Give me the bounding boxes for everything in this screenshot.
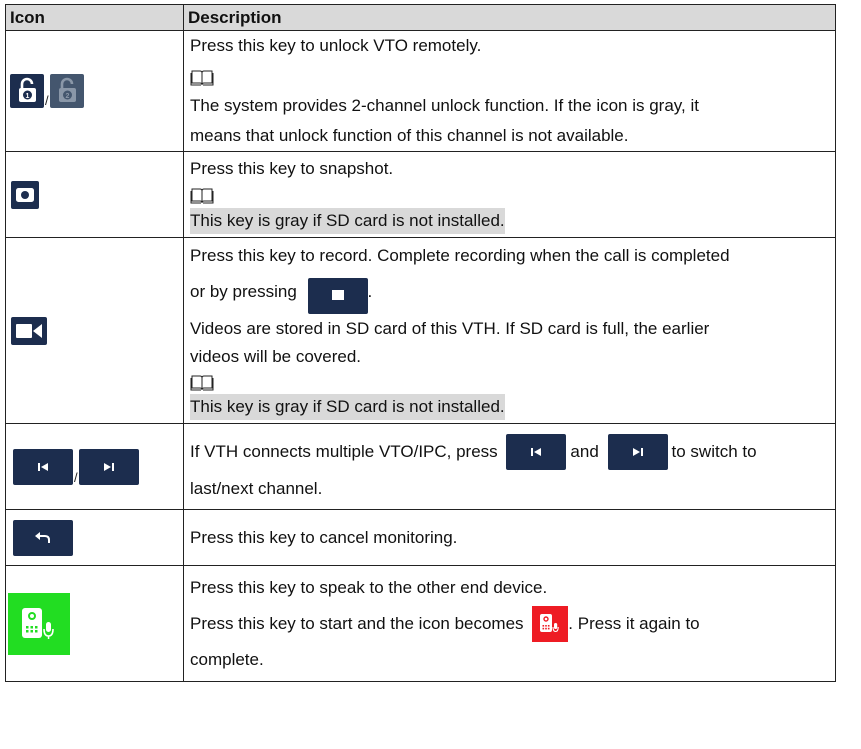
unlock-1-icon: 1 (10, 74, 44, 108)
description-text: or by pressing (190, 281, 297, 301)
note-text: This key is gray if SD card is not insta… (190, 207, 505, 234)
table-row: Press this key to record. Complete recor… (5, 237, 836, 424)
icon-separator: / (74, 469, 78, 485)
description-text: means that unlock function of this chann… (190, 126, 629, 145)
header-icon: Icon (5, 4, 184, 31)
svg-text:1: 1 (26, 93, 30, 100)
stop-icon (307, 277, 368, 314)
description-cell: Press this key to snapshot. This key is … (183, 151, 836, 238)
table-row: / If VTH connects multiple VTO/IPC, pres… (5, 423, 836, 510)
description-text: videos will be covered. (190, 346, 362, 366)
table-header-row: Icon Description (5, 4, 836, 31)
description-cell: If VTH connects multiple VTO/IPC, press … (183, 423, 836, 510)
table-row: 1 / 2 Press this key to unlock VTO remot… (5, 30, 836, 152)
description-text: Press this key to snapshot. (190, 158, 394, 178)
icon-description-table: Icon Description 1 / 2 Press this key to… (5, 4, 836, 682)
back-arrow-icon (13, 519, 73, 556)
header-description: Description (183, 4, 836, 31)
icon-cell: / (5, 423, 184, 510)
description-cell: Press this key to cancel monitoring. (183, 509, 836, 566)
description-text: Press this key to cancel monitoring. (190, 527, 458, 547)
svg-text:2: 2 (65, 93, 69, 100)
table-row: Press this key to speak to the other end… (5, 565, 836, 682)
icon-separator: / (45, 93, 49, 108)
description-text: Press this key to unlock VTO remotely. (190, 36, 482, 55)
note-icon (190, 61, 829, 91)
note-icon (190, 370, 829, 394)
icon-cell (5, 237, 184, 424)
description-text: Videos are stored in SD card of this VTH… (190, 318, 710, 338)
description-text: . Press it again to (568, 613, 700, 633)
icon-cell (5, 151, 184, 238)
talk-icon (8, 592, 70, 655)
unlock-2-icon: 2 (49, 74, 84, 108)
description-text: Press this key to speak to the other end… (190, 577, 548, 597)
next-channel-icon (607, 434, 668, 471)
description-text: last/next channel. (190, 478, 323, 498)
next-channel-icon (78, 448, 139, 485)
description-text: Press this key to record. Complete recor… (190, 245, 730, 265)
description-cell: Press this key to speak to the other end… (183, 565, 836, 682)
table-row: Press this key to snapshot. This key is … (5, 151, 836, 238)
description-text: If VTH connects multiple VTO/IPC, press (190, 441, 498, 461)
camera-icon (11, 180, 39, 209)
table-row: Press this key to cancel monitoring. (5, 509, 836, 566)
description-text: complete. (190, 649, 264, 669)
description-cell: Press this key to record. Complete recor… (183, 237, 836, 424)
description-text: The system provides 2-channel unlock fun… (190, 96, 699, 115)
video-camera-icon (11, 316, 47, 345)
description-cell: Press this key to unlock VTO remotely. T… (183, 30, 836, 152)
icon-cell (5, 565, 184, 682)
previous-channel-icon (13, 448, 73, 485)
description-text: Press this key to start and the icon bec… (190, 613, 524, 633)
icon-cell (5, 509, 184, 566)
description-text: and (570, 441, 599, 461)
description-text: . (367, 281, 373, 301)
note-icon (190, 182, 829, 208)
talk-active-icon (532, 606, 569, 643)
description-text: to switch to (671, 441, 757, 461)
note-text: This key is gray if SD card is not insta… (190, 393, 505, 420)
previous-channel-icon (506, 434, 567, 471)
icon-cell: 1 / 2 (5, 30, 184, 152)
